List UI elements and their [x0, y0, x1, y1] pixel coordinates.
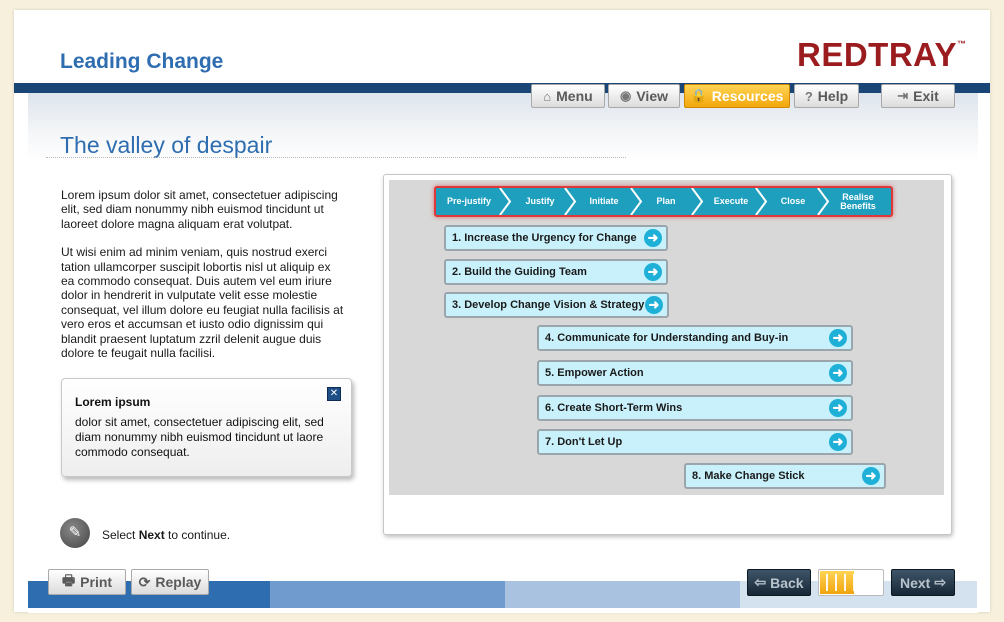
popup-text: dolor sit amet, consectetuer adipiscing … — [75, 415, 324, 459]
step-label: 2. Build the Guiding Team — [452, 266, 587, 278]
step-box: 6. Create Short-Term Wins ➜ — [537, 395, 853, 421]
arrow-right-icon: ➜ — [829, 399, 847, 417]
step-label: 7. Don't Let Up — [545, 436, 623, 448]
arrow-left-icon: ⇦ — [754, 574, 767, 590]
footer-strip — [505, 581, 740, 608]
exit-button[interactable]: ⇥ Exit — [881, 84, 955, 108]
body-paragraph: Ut wisi enim ad minim veniam, quis nostr… — [61, 245, 344, 361]
question-icon: ? — [804, 88, 813, 104]
brand-name: REDTRAY — [797, 36, 957, 73]
step-box: 1. Increase the Urgency for Change ➜ — [444, 225, 668, 251]
brand-logo: REDTRAY™ — [797, 36, 966, 74]
arrow-right-icon: ➜ — [829, 433, 847, 451]
phase-label: Pre-justify — [446, 196, 491, 206]
resources-label: Resources — [711, 88, 784, 104]
next-label: Next — [899, 574, 931, 591]
menu-button[interactable]: ⌂ Menu — [531, 84, 605, 108]
phase-chevron-icon — [564, 188, 577, 215]
step-box: 3. Develop Change Vision & Strategy ➜ — [444, 292, 669, 318]
arrow-right-icon: ➜ — [829, 329, 847, 347]
print-label: Print — [80, 574, 113, 590]
progress-indicator — [818, 569, 884, 596]
arrow-right-icon: ➜ — [645, 296, 663, 314]
step-box: 5. Empower Action ➜ — [537, 360, 853, 386]
step-label: 6. Create Short-Term Wins — [545, 402, 683, 414]
step-box: 4. Communicate for Understanding and Buy… — [537, 325, 853, 351]
instruction-next-keyword: Next — [138, 528, 165, 542]
arrow-right-icon: ➜ — [644, 229, 662, 247]
body-paragraph: Lorem ipsum dolor sit amet, consectetuer… — [61, 188, 338, 231]
phase-label: Plan — [656, 196, 676, 206]
phase-label: Close — [780, 196, 806, 206]
eye-icon: ◉ — [620, 88, 632, 103]
next-button[interactable]: Next ⇨ — [891, 569, 955, 596]
replay-button[interactable]: ⟳ Replay — [131, 569, 209, 595]
help-button[interactable]: ? Help — [794, 84, 859, 108]
replay-label: Replay — [155, 574, 202, 590]
phase-label: Realise Benefits — [840, 191, 876, 211]
arrow-right-icon: ➜ — [829, 364, 847, 382]
brand-trademark: ™ — [956, 39, 967, 49]
instruction-prefix: Select — [102, 528, 139, 542]
close-icon[interactable]: ✕ — [327, 387, 341, 401]
phase-bar: Pre-justify Justify Initiate Plan Execut… — [434, 186, 893, 217]
phase-label: Justify — [525, 196, 555, 206]
step-label: 5. Empower Action — [545, 367, 644, 379]
print-button[interactable]: 🖶 Print — [48, 569, 126, 595]
help-label: Help — [817, 88, 849, 104]
step-label: 8. Make Change Stick — [692, 470, 805, 482]
course-title: Leading Change — [60, 50, 224, 73]
view-button[interactable]: ◉ View — [608, 84, 680, 108]
resources-button[interactable]: 🔒 Resources — [684, 84, 790, 108]
instruction-text: Select Next to continue. — [102, 528, 230, 542]
step-box: 2. Build the Guiding Team ➜ — [444, 259, 668, 285]
arrow-right-icon: ➜ — [862, 467, 880, 485]
mouse-pointer-icon: ✎ — [60, 518, 90, 548]
step-label: 3. Develop Change Vision & Strategy — [452, 299, 645, 311]
progress-ticks — [819, 574, 883, 591]
menu-label: Menu — [556, 88, 593, 104]
step-label: 1. Increase the Urgency for Change — [452, 232, 637, 244]
phase-chevron-icon — [630, 188, 643, 215]
page-title: The valley of despair — [60, 132, 273, 158]
footer-strip — [270, 581, 505, 608]
printer-icon: 🖶 — [61, 572, 76, 588]
exit-icon: ⇥ — [897, 88, 909, 103]
home-icon: ⌂ — [543, 88, 552, 104]
step-box: 8. Make Change Stick ➜ — [684, 463, 886, 489]
back-label: Back — [770, 574, 804, 591]
replay-icon: ⟳ — [138, 573, 151, 590]
phase-label: Execute — [713, 196, 749, 206]
view-label: View — [636, 88, 668, 104]
exit-label: Exit — [913, 88, 939, 104]
arrow-right-icon: ➜ — [644, 263, 662, 281]
info-popup: Lorem ipsum dolor sit amet, consectetuer… — [61, 378, 352, 477]
instruction-suffix: to continue. — [164, 528, 231, 542]
popup-title: Lorem ipsum — [75, 395, 151, 409]
arrow-right-icon: ⇨ — [934, 574, 947, 590]
step-label: 4. Communicate for Understanding and Buy… — [545, 332, 789, 344]
step-box: 7. Don't Let Up ➜ — [537, 429, 853, 455]
title-divider — [46, 157, 626, 158]
lock-icon: 🔒 — [690, 88, 707, 103]
phase-label: Initiate — [589, 196, 619, 206]
body-text: Lorem ipsum dolor sit amet, consectetuer… — [61, 188, 347, 374]
back-button[interactable]: ⇦ Back — [747, 569, 811, 596]
